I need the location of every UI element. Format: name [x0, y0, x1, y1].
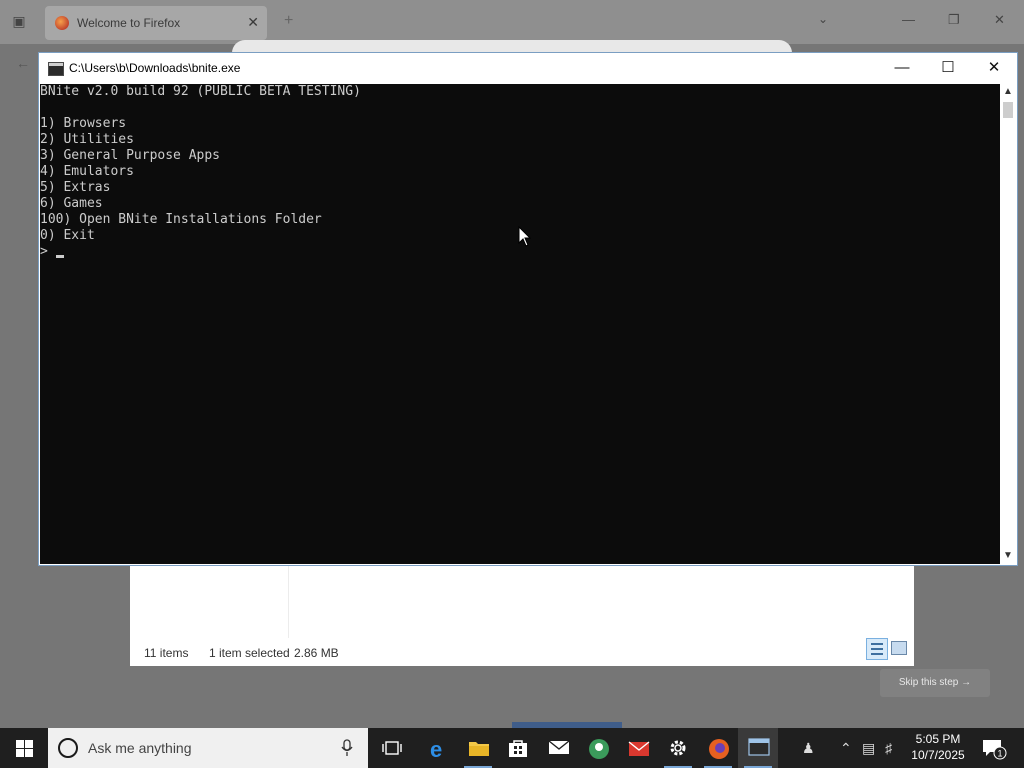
console-line: 0) Exit	[40, 228, 95, 243]
firefox-button[interactable]	[698, 728, 738, 768]
settings-icon	[670, 740, 686, 756]
firefox-restore-icon[interactable]: ❐	[948, 12, 960, 28]
console-line: BNite v2.0 build 92 (PUBLIC BETA TESTING…	[40, 84, 361, 99]
notification-center-icon[interactable]: 1	[982, 738, 1008, 760]
console-cursor	[56, 255, 64, 258]
firefox-tab[interactable]: Welcome to Firefox ✕	[45, 6, 267, 40]
settings-button[interactable]	[658, 728, 698, 768]
console-app-icon	[48, 62, 64, 76]
status-item-count: 11 items	[144, 646, 189, 660]
status-size: 2.86 MB	[294, 646, 339, 660]
console-title: C:\Users\b\Downloads\bnite.exe	[69, 61, 241, 75]
console-output[interactable]: BNite v2.0 build 92 (PUBLIC BETA TESTING…	[40, 84, 1000, 564]
console-line: 4) Emulators	[40, 164, 134, 179]
minimize-button[interactable]: —	[879, 53, 925, 83]
clock-time: 5:05 PM	[915, 732, 961, 746]
console-line: 6) Games	[40, 196, 103, 211]
new-tab-icon[interactable]: +	[284, 12, 293, 30]
task-view-button[interactable]	[372, 728, 412, 768]
console-text: BNite v2.0 build 92 (PUBLIC BETA TESTING…	[40, 84, 361, 260]
firefox-icon	[709, 739, 729, 759]
firefox-minimize-icon[interactable]: —	[902, 12, 915, 27]
notification-count: 1	[998, 749, 1003, 759]
close-button[interactable]: ✕	[971, 53, 1017, 83]
task-view-icon	[382, 741, 402, 755]
firefox-tab-bar: ▣ Welcome to Firefox ✕ + ⌄ — ❐ ✕	[0, 0, 1024, 44]
scroll-thumb[interactable]	[1003, 102, 1013, 118]
firefox-tab-list-icon[interactable]: ▣	[9, 13, 29, 31]
store-button[interactable]	[498, 728, 538, 768]
clock[interactable]: 5:05 PM 10/7/2025	[906, 731, 970, 763]
firefox-close-icon[interactable]: ✕	[994, 12, 1005, 28]
close-tab-icon[interactable]: ✕	[247, 14, 259, 31]
file-explorer-window: 11 items 1 item selected 2.86 MB	[130, 560, 914, 666]
people-icon[interactable]: ♟	[802, 728, 815, 768]
skip-step-button[interactable]: Skip this step →	[880, 669, 990, 697]
large-icons-view-icon[interactable]	[891, 641, 907, 655]
status-selected: 1 item selected	[209, 646, 290, 660]
scroll-down-icon[interactable]: ▼	[1000, 548, 1016, 564]
taskbar: Ask me anything e ♟ ⌃ ▤ ♯ 5:05 PM 10/7/2…	[0, 728, 1024, 768]
firefox-logo-icon	[55, 16, 69, 30]
console-line: 1) Browsers	[40, 116, 127, 131]
network-icon[interactable]: ▤	[862, 728, 875, 768]
console-line: 2) Utilities	[40, 132, 134, 147]
svg-text:e: e	[430, 738, 442, 760]
chevron-down-icon[interactable]: ⌄	[818, 12, 828, 26]
maps-button[interactable]	[578, 728, 618, 768]
microphone-icon[interactable]	[341, 739, 353, 757]
gitkraken-button[interactable]	[618, 728, 658, 768]
back-arrow-icon[interactable]: ←	[16, 55, 30, 71]
console-window: C:\Users\b\Downloads\bnite.exe — ☐ ✕ BNi…	[38, 52, 1018, 566]
mail-button[interactable]	[538, 728, 578, 768]
console-taskbar-button[interactable]	[738, 728, 778, 768]
firefox-tab-title: Welcome to Firefox	[77, 16, 181, 30]
store-icon	[509, 740, 527, 757]
clock-date: 10/7/2025	[911, 748, 965, 762]
volume-muted-icon[interactable]: ♯	[885, 728, 892, 768]
console-line: 5) Extras	[40, 180, 111, 195]
explorer-pane-divider	[288, 560, 289, 638]
mail-icon	[548, 740, 570, 754]
search-box[interactable]: Ask me anything	[48, 728, 368, 768]
gitkraken-icon	[628, 741, 650, 756]
file-explorer-button[interactable]	[458, 728, 498, 768]
console-line: 3) General Purpose Apps	[40, 148, 221, 163]
edge-button[interactable]: e	[418, 728, 458, 768]
scroll-up-icon[interactable]: ▲	[1000, 84, 1016, 100]
search-placeholder: Ask me anything	[88, 740, 192, 756]
console-icon	[748, 738, 770, 756]
cortana-icon	[58, 738, 78, 758]
explorer-status-bar: 11 items 1 item selected 2.86 MB	[130, 638, 914, 666]
chevron-up-icon[interactable]: ⌃	[840, 728, 852, 768]
edge-icon: e	[430, 738, 442, 760]
file-explorer-icon	[469, 742, 489, 756]
windows-logo-icon	[16, 740, 33, 757]
details-view-icon[interactable]	[866, 638, 888, 660]
start-button[interactable]	[0, 728, 48, 768]
console-title-bar[interactable]: C:\Users\b\Downloads\bnite.exe — ☐ ✕	[39, 53, 1017, 84]
console-prompt: >	[40, 244, 48, 259]
console-scrollbar[interactable]: ▲ ▼	[1000, 84, 1016, 564]
mouse-pointer-icon	[518, 226, 532, 247]
maximize-button[interactable]: ☐	[925, 53, 971, 83]
console-line: 100) Open BNite Installations Folder	[40, 212, 322, 227]
maps-icon	[589, 739, 609, 759]
